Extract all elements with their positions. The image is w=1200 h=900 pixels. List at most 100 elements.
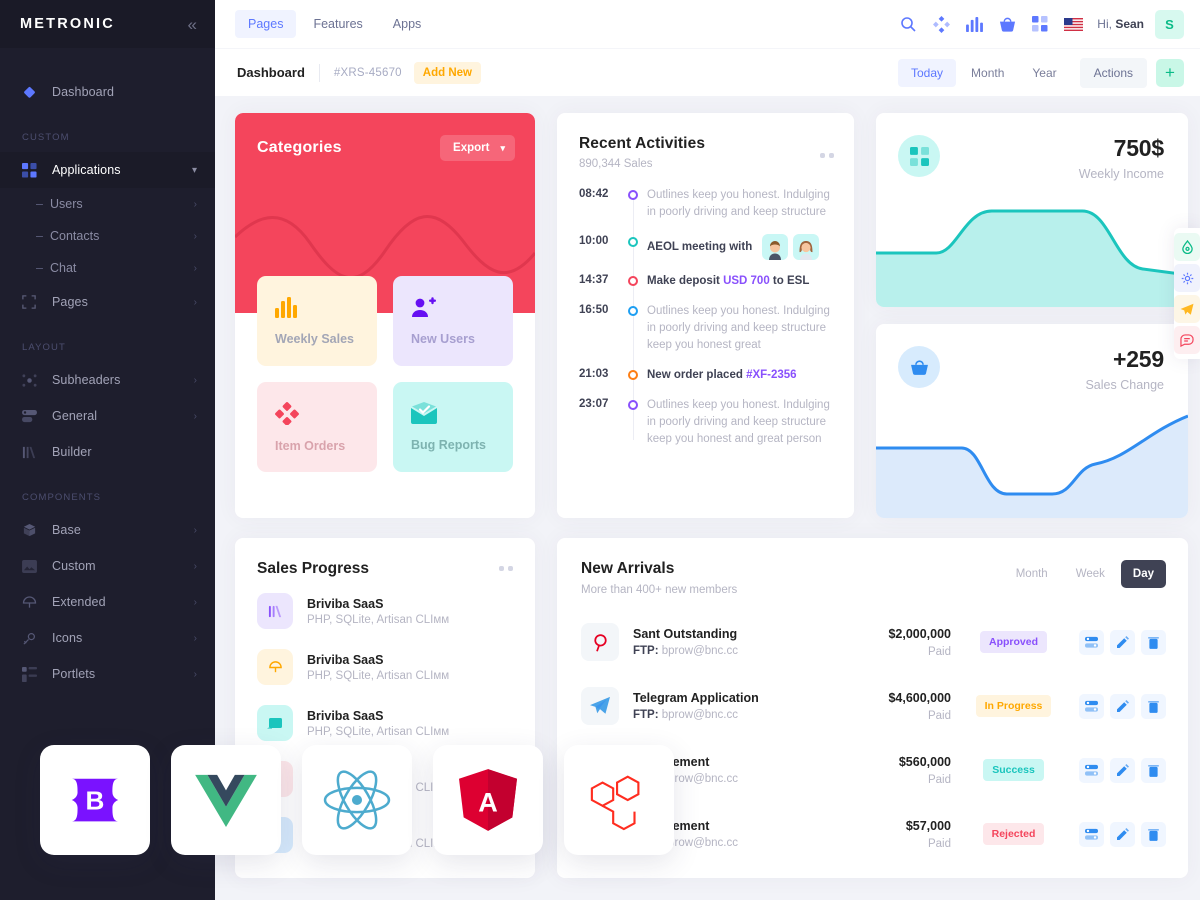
activity-text-wrap: Make deposit USD 700 to ESL — [647, 273, 834, 290]
row-name: Sant Outstanding — [633, 627, 738, 641]
sidebar-item-custom[interactable]: Custom › — [0, 548, 215, 584]
categories-title: Categories — [257, 139, 342, 156]
bootstrap-logo[interactable]: B — [40, 745, 150, 855]
sidebar-item-general[interactable]: General › — [0, 398, 215, 434]
period-month[interactable]: Month — [958, 59, 1017, 87]
item-name: Briviba SaaS — [307, 652, 384, 667]
row-amount: $560,000 — [898, 754, 951, 769]
list-item[interactable]: Briviba SaaS PHP, SQLite, Artisan CLIмм — [257, 649, 515, 685]
period-year[interactable]: Year — [1019, 59, 1069, 87]
delete-icon[interactable] — [1141, 629, 1166, 655]
shapes-icon[interactable] — [926, 9, 956, 39]
tile-new-users[interactable]: New Users — [393, 276, 513, 366]
period-today[interactable]: Today — [898, 58, 957, 87]
sidebar-item-icons[interactable]: Icons › — [0, 620, 215, 656]
sidebar-item-portlets[interactable]: Portlets › — [0, 656, 215, 692]
sidebar-item-contacts[interactable]: – Contacts › — [0, 220, 215, 252]
settings-icon[interactable] — [1079, 821, 1104, 847]
export-button[interactable]: Export ▾ — [440, 135, 515, 161]
dots-icon[interactable] — [820, 153, 834, 158]
sidebar-item-applications[interactable]: Applications ▾ — [0, 152, 215, 188]
tab-month[interactable]: Month — [1004, 560, 1060, 588]
activity-item[interactable]: 10:00 AEOL meeting with — [579, 234, 834, 260]
tab-pages[interactable]: Pages — [235, 10, 297, 38]
sidebar-item-builder[interactable]: Builder — [0, 434, 215, 470]
react-logo[interactable] — [302, 745, 412, 855]
delete-icon[interactable] — [1141, 821, 1166, 847]
tab-week[interactable]: Week — [1064, 560, 1117, 588]
tab-apps[interactable]: Apps — [380, 10, 435, 38]
delete-icon[interactable] — [1141, 693, 1166, 719]
settings-icon[interactable] — [1079, 693, 1104, 719]
activity-item[interactable]: 08:42 Outlines keep you honest. Indulgin… — [579, 187, 834, 221]
activity-item[interactable]: 14:37 Make deposit USD 700 to ESL — [579, 273, 834, 290]
flag-us-icon[interactable] — [1058, 9, 1088, 39]
activity-text: AEOL meeting with — [647, 241, 753, 254]
bar-chart-icon[interactable] — [959, 9, 989, 39]
settings-icon[interactable] — [1079, 629, 1104, 655]
sidebar-item-chat[interactable]: – Chat › — [0, 252, 215, 284]
tile-item-orders[interactable]: Item Orders — [257, 382, 377, 472]
edit-icon[interactable] — [1110, 757, 1135, 783]
sidebar-label: Dashboard — [52, 85, 115, 99]
search-icon[interactable] — [893, 9, 923, 39]
stat-label: Sales Change — [1085, 378, 1164, 392]
dash-icon: – — [36, 261, 43, 275]
sidebar-item-extended[interactable]: Extended › — [0, 584, 215, 620]
new-arrivals-title: New Arrivals — [581, 560, 675, 577]
sidebar-item-base[interactable]: Base › — [0, 512, 215, 548]
laravel-logo[interactable] — [564, 745, 674, 855]
sidebar-label: Base — [52, 523, 81, 537]
sidebar-section-components: COMPONENTS — [22, 492, 102, 503]
angular-logo[interactable]: A — [433, 745, 543, 855]
activity-item[interactable]: 23:07 Outlines keep you honest. Indulgin… — [579, 397, 834, 448]
row-amount-label: Paid — [927, 773, 951, 786]
sidebar-label: General — [52, 409, 98, 423]
activity-item[interactable]: 16:50 Outlines keep you honest. Indulgin… — [579, 303, 834, 354]
list-item[interactable]: Briviba SaaS PHP, SQLite, Artisan CLIмм — [257, 593, 515, 629]
settings-icon[interactable] — [1079, 757, 1104, 783]
add-new-button[interactable]: Add New — [413, 61, 481, 84]
table-row[interactable]: Sant Outstanding FTP: bprow@bnc.cc $2,00… — [581, 610, 1166, 674]
droplet-icon[interactable] — [1174, 233, 1200, 261]
edit-icon[interactable] — [1110, 821, 1135, 847]
actions-button[interactable]: Actions — [1079, 57, 1147, 88]
cart-icon — [898, 346, 940, 388]
activity-bullet — [619, 273, 647, 290]
plus-icon[interactable]: + — [1156, 58, 1184, 87]
dots-icon[interactable] — [499, 566, 513, 571]
activity-item[interactable]: 21:03 New order placed #XF-2356 — [579, 367, 834, 384]
send-icon[interactable] — [1174, 295, 1200, 323]
table-row[interactable]: Telegram Application FTP: bprow@bnc.cc $… — [581, 674, 1166, 738]
avatar[interactable]: S — [1155, 9, 1184, 39]
activity-text: Outlines keep you honest. Indulging in p… — [647, 399, 830, 445]
tile-bug-reports[interactable]: Bug Reports — [393, 382, 513, 472]
diamond-icon — [22, 85, 44, 100]
sidebar-item-users[interactable]: – Users › — [0, 188, 215, 220]
grid-squares-icon — [898, 135, 940, 177]
list-item[interactable]: Briviba SaaS PHP, SQLite, Artisan CLIмм — [257, 705, 515, 741]
edit-icon[interactable] — [1110, 629, 1135, 655]
sidebar-item-pages[interactable]: Pages › — [0, 284, 215, 320]
edit-icon[interactable] — [1110, 693, 1135, 719]
grid-icon[interactable] — [1025, 9, 1055, 39]
delete-icon[interactable] — [1141, 757, 1166, 783]
tab-features[interactable]: Features — [300, 10, 375, 38]
sidebar-collapse-icon[interactable]: « — [188, 16, 197, 33]
row-amount-label: Paid — [927, 709, 951, 722]
svg-text:B: B — [86, 786, 105, 816]
chat-icon[interactable] — [1174, 326, 1200, 354]
row-mail-label: FTP: — [633, 709, 659, 721]
activity-text-after: to ESL — [769, 275, 810, 287]
sidebar-item-subheaders[interactable]: Subheaders › — [0, 362, 215, 398]
new-arrivals-header: New Arrivals More than 400+ new members … — [581, 560, 1166, 596]
activity-text: Make deposit — [647, 275, 724, 287]
divider — [318, 63, 320, 82]
gear-icon[interactable] — [1174, 264, 1200, 292]
vue-logo[interactable] — [171, 745, 281, 855]
tab-day[interactable]: Day — [1120, 560, 1166, 588]
tile-weekly-sales[interactable]: Weekly Sales — [257, 276, 377, 366]
sidebar-item-dashboard[interactable]: Dashboard — [0, 74, 215, 110]
activity-text: New order placed — [647, 369, 747, 381]
cart-icon[interactable] — [992, 9, 1022, 39]
